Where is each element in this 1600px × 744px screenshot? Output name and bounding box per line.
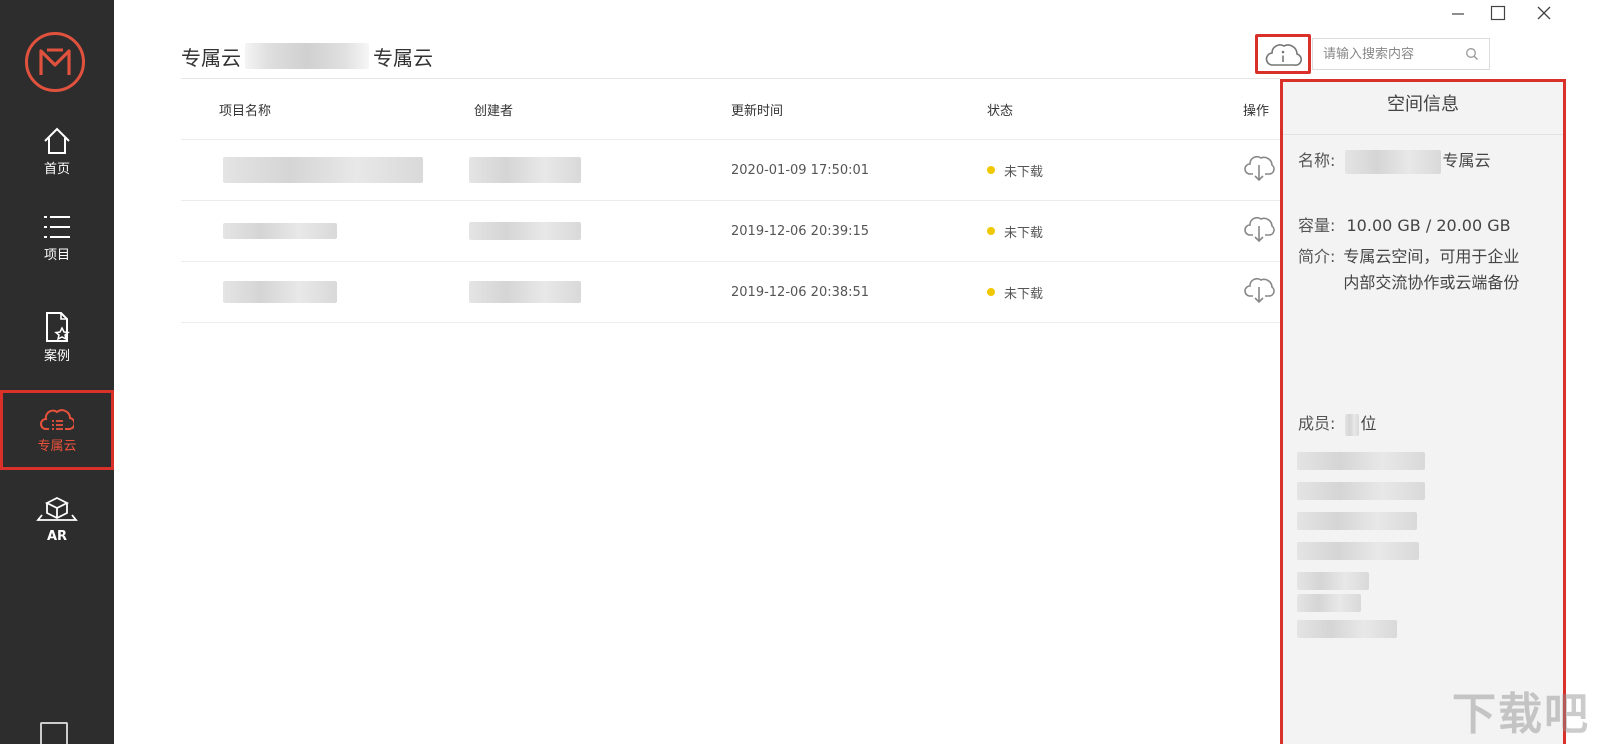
status-cell: 未下载: [987, 161, 1043, 180]
home-icon: [44, 127, 70, 154]
redacted-creator: [469, 157, 581, 183]
cloud-list-icon: [40, 409, 74, 431]
panel-intro-field: 简介: 专属云空间，可用于企业内部交流协作或云端备份: [1298, 244, 1533, 296]
status-text: 未下载: [1004, 164, 1044, 180]
redacted-member: [1297, 542, 1419, 560]
status-cell: 未下载: [987, 283, 1043, 302]
sidebar-item-label: 案例: [43, 349, 70, 364]
redacted-project-name: [223, 223, 337, 239]
cloud-download-icon: [1244, 216, 1275, 243]
breadcrumb: 专属云 专属云: [181, 42, 433, 70]
status-dot: [987, 288, 995, 296]
name-label: 名称:: [1298, 151, 1336, 170]
redacted-creator: [469, 222, 581, 240]
search-box[interactable]: [1312, 38, 1490, 70]
updated-time: 2019-12-06 20:39:15: [731, 223, 870, 239]
download-button[interactable]: [1243, 215, 1275, 247]
table-row[interactable]: 2019-12-06 20:38:51 未下载: [181, 262, 1280, 323]
updated-time: 2019-12-06 20:38:51: [731, 284, 870, 300]
redacted-member: [1297, 482, 1425, 500]
case-doc-star-icon: [46, 312, 70, 342]
sidebar-item-private-cloud[interactable]: 专属云: [0, 390, 114, 470]
redacted-member: [1297, 572, 1369, 590]
maximize-button[interactable]: [1480, 0, 1516, 26]
redacted-member-count: [1344, 413, 1359, 436]
redacted-space-name: [245, 43, 369, 69]
redacted-project-name: [223, 157, 423, 183]
search-input[interactable]: [1321, 39, 1465, 69]
logo-m-icon: [39, 48, 71, 75]
column-header-name[interactable]: 项目名称: [219, 100, 271, 119]
sidebar-item-ar[interactable]: AR: [0, 478, 114, 562]
capacity-label: 容量:: [1298, 216, 1336, 235]
redacted-member: [1297, 512, 1417, 530]
panel-capacity-field: 容量: 10.00 GB / 20.00 GB: [1298, 213, 1511, 239]
intro-value: 专属云空间，可用于企业内部交流协作或云端备份: [1343, 247, 1520, 292]
redacted-project-name: [223, 281, 337, 303]
search-icon[interactable]: [1465, 47, 1479, 61]
table-header: 项目名称 创建者 更新时间 状态 操作: [181, 79, 1280, 140]
panel-name-field: 名称: 专属云: [1298, 148, 1491, 174]
table-row[interactable]: 2020-01-09 17:50:01 未下载: [181, 140, 1280, 201]
list-icon: [44, 216, 70, 238]
minimize-button[interactable]: [1440, 0, 1476, 26]
column-header-creator[interactable]: 创建者: [474, 100, 513, 119]
sidebar-item-home[interactable]: 首页: [0, 110, 114, 194]
minimize-icon: [1452, 13, 1464, 15]
close-icon: [1537, 6, 1551, 20]
cloud-info-icon: [1265, 44, 1302, 66]
status-dot: [987, 227, 995, 235]
capacity-value: 10.00 GB / 20.00 GB: [1346, 216, 1511, 235]
redacted-member: [1297, 594, 1361, 612]
cloud-download-icon: [1244, 277, 1275, 304]
monitor-icon[interactable]: [40, 722, 68, 744]
panel-title: 空间信息: [1283, 82, 1563, 135]
column-header-actions: 操作: [1243, 103, 1270, 119]
ar-cube-icon: [36, 496, 78, 521]
updated-time: 2020-01-09 17:50:01: [731, 162, 870, 178]
sidebar-item-projects[interactable]: 项目: [0, 196, 114, 280]
status-dot: [987, 166, 995, 174]
sidebar-item-label: AR: [46, 529, 68, 544]
status-text: 未下载: [1004, 286, 1044, 302]
space-info-panel: 空间信息 名称: 专属云 容量: 10.00 GB / 20.00 GB 简介:…: [1280, 79, 1566, 744]
breadcrumb-current: 专属云: [373, 45, 433, 70]
project-table: 项目名称 创建者 更新时间 状态 操作 2020-01-09 17:50:01 …: [181, 79, 1280, 323]
name-value: 专属云: [1442, 151, 1491, 170]
status-text: 未下载: [1004, 225, 1044, 241]
redacted-member: [1297, 620, 1397, 638]
status-cell: 未下载: [987, 222, 1043, 241]
members-label: 成员:: [1298, 414, 1336, 433]
member-list: [1297, 452, 1427, 638]
intro-label: 简介:: [1298, 247, 1336, 266]
sidebar-item-label: 首页: [43, 162, 70, 177]
column-header-status[interactable]: 状态: [987, 100, 1013, 119]
column-header-updated[interactable]: 更新时间: [731, 100, 783, 119]
close-button[interactable]: [1526, 0, 1562, 26]
redacted-space-name: [1344, 149, 1441, 174]
sidebar-item-cases[interactable]: 案例: [0, 296, 114, 380]
sidebar-item-label: 项目: [43, 248, 70, 263]
sidebar-item-label: 专属云: [37, 439, 77, 454]
members-suffix: 位: [1360, 414, 1377, 433]
sidebar: 首页 项目 案例 专属云 AR: [0, 0, 114, 744]
download-button[interactable]: [1243, 276, 1275, 308]
download-button[interactable]: [1243, 154, 1275, 186]
space-info-button[interactable]: [1255, 34, 1311, 74]
breadcrumb-root[interactable]: 专属云: [181, 42, 241, 71]
app-logo[interactable]: [25, 32, 85, 92]
maximize-icon: [1490, 5, 1506, 21]
cloud-download-icon: [1244, 155, 1275, 182]
table-row[interactable]: 2019-12-06 20:39:15 未下载: [181, 201, 1280, 262]
watermark: 下载吧: [1452, 689, 1590, 740]
redacted-creator: [469, 281, 581, 303]
panel-members-field: 成员: 位: [1298, 411, 1377, 437]
redacted-member: [1297, 452, 1425, 470]
